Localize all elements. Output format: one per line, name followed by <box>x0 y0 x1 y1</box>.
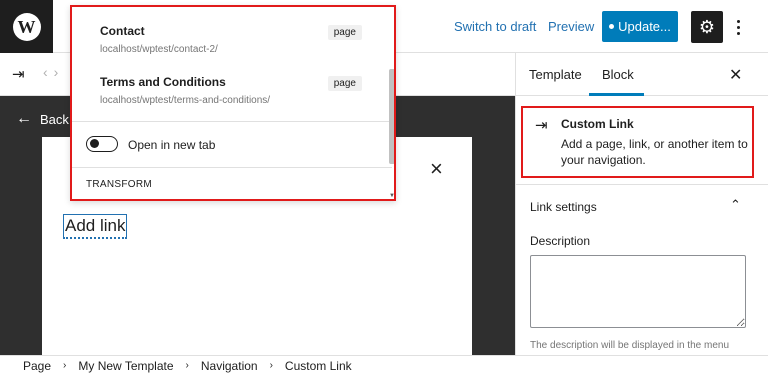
link-settings-heading[interactable]: Link settings <box>530 200 597 214</box>
custom-link-icon: ⇥ <box>535 117 548 134</box>
toggle-knob <box>90 139 99 148</box>
block-title: Custom Link <box>561 117 634 131</box>
settings-button[interactable]: ⚙ <box>691 11 723 43</box>
sidebar-tabs: Template Block ✕ <box>516 53 768 96</box>
back-button[interactable]: ← Back <box>16 110 69 128</box>
transform-heading: TRANSFORM <box>86 179 153 190</box>
tab-template[interactable]: Template <box>529 67 582 82</box>
link-control-popover: Contact localhost/wptest/contact-2/ page… <box>70 5 396 201</box>
arrow-left-icon: ← <box>16 110 32 127</box>
more-options-button[interactable] <box>732 13 744 41</box>
divider <box>72 121 392 122</box>
result-type-badge: page <box>327 76 362 91</box>
result-type-badge: page <box>327 25 362 40</box>
description-field[interactable] <box>530 255 746 328</box>
scrollbar-thumb[interactable] <box>389 69 394 164</box>
preview-button[interactable]: Preview <box>548 19 594 34</box>
breadcrumb: Page › My New Template › Navigation › Cu… <box>0 355 768 375</box>
result-url: localhost/wptest/contact-2/ <box>100 44 218 55</box>
scroll-down-icon[interactable]: ▼ <box>389 193 394 199</box>
breadcrumb-item-navigation[interactable]: Navigation <box>201 359 258 373</box>
active-tab-indicator <box>589 93 644 96</box>
back-label: Back <box>40 111 69 127</box>
chevron-right-icon: › <box>63 360 67 371</box>
move-arrows-icon[interactable]: ‹› <box>43 64 64 80</box>
update-label: Update... <box>618 19 671 34</box>
search-result-item[interactable]: Terms and Conditions localhost/wptest/te… <box>100 75 370 106</box>
chevron-right-icon: › <box>185 360 189 371</box>
switch-to-draft-button[interactable]: Switch to draft <box>454 19 536 34</box>
chevron-up-icon[interactable]: ⌃ <box>730 197 741 213</box>
description-label: Description <box>530 234 591 248</box>
close-sidebar-icon[interactable]: ✕ <box>729 65 742 85</box>
block-card: ⇥ Custom Link Add a page, link, or anoth… <box>521 106 754 178</box>
popover-scrollbar[interactable]: ▼ <box>388 7 394 199</box>
block-description: Add a page, link, or another item to you… <box>561 137 748 167</box>
settings-sidebar: Template Block ✕ ⇥ Custom Link Add a pag… <box>515 53 768 355</box>
tab-block[interactable]: Block <box>602 67 634 82</box>
description-help-text: The description will be displayed in the… <box>530 340 729 351</box>
result-url: localhost/wptest/terms-and-conditions/ <box>100 95 271 106</box>
divider <box>516 184 768 185</box>
open-new-tab-label: Open in new tab <box>128 138 216 152</box>
search-result-item[interactable]: Contact localhost/wptest/contact-2/ page <box>100 24 370 55</box>
dot-icon <box>736 19 740 23</box>
wordpress-logo-button[interactable]: W <box>0 0 53 53</box>
breadcrumb-item-custom-link[interactable]: Custom Link <box>285 359 352 373</box>
dot-icon <box>736 25 740 29</box>
close-icon[interactable]: × <box>430 158 443 180</box>
wordpress-icon: W <box>12 12 41 41</box>
gear-icon: ⚙ <box>698 16 716 37</box>
update-button[interactable]: Update... <box>602 11 678 42</box>
dot-icon <box>736 31 740 35</box>
breadcrumb-item-template[interactable]: My New Template <box>78 359 173 373</box>
chevron-right-icon: › <box>269 360 273 371</box>
divider <box>72 167 392 168</box>
unsaved-dot-icon <box>609 24 615 29</box>
open-new-tab-toggle[interactable] <box>86 136 118 152</box>
custom-link-icon[interactable]: ⇥ <box>12 65 25 83</box>
add-link-text[interactable]: Add link <box>63 214 128 239</box>
breadcrumb-item-page[interactable]: Page <box>23 359 51 373</box>
